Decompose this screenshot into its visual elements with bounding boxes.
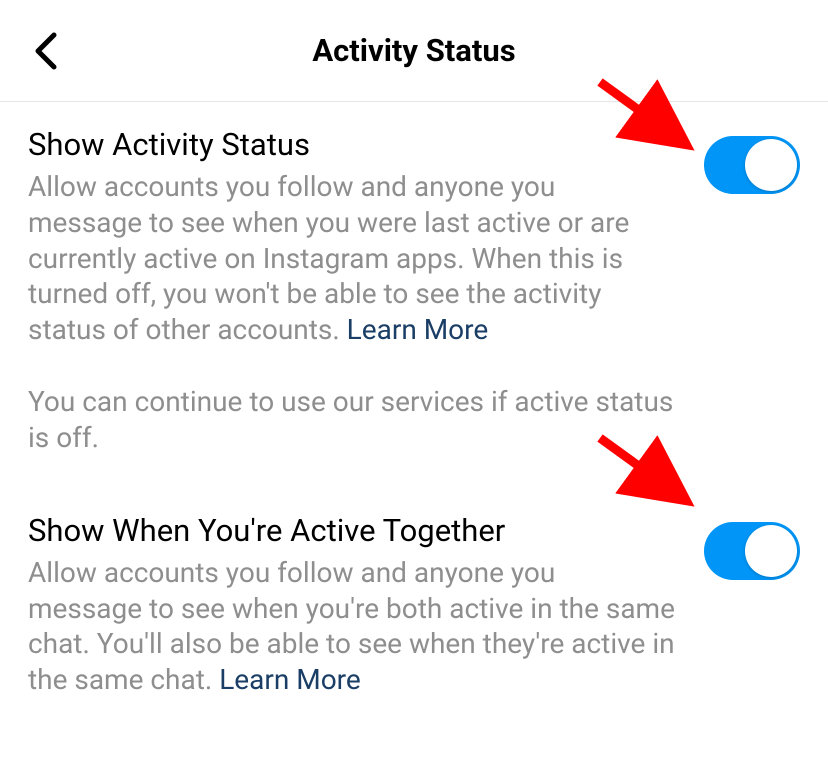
setting-title: Show When You're Active Together	[28, 512, 676, 549]
chevron-left-icon	[32, 31, 58, 71]
active-together-toggle[interactable]	[704, 522, 800, 580]
setting-text-block: Show When You're Active Together Allow a…	[28, 512, 676, 698]
header: Activity Status	[0, 0, 828, 102]
learn-more-link[interactable]: Learn More	[219, 663, 361, 696]
setting-description-extra: You can continue to use our services if …	[28, 384, 676, 456]
toggle-container	[704, 512, 800, 580]
setting-description: Allow accounts you follow and anyone you…	[28, 555, 676, 698]
setting-description: Allow accounts you follow and anyone you…	[28, 169, 676, 348]
setting-active-together: Show When You're Active Together Allow a…	[0, 456, 828, 698]
settings-content: Show Activity Status Allow accounts you …	[0, 102, 828, 698]
learn-more-link[interactable]: Learn More	[347, 313, 489, 346]
setting-activity-status: Show Activity Status Allow accounts you …	[0, 102, 828, 456]
setting-description-text: Allow accounts you follow and anyone you…	[28, 170, 629, 346]
back-button[interactable]	[24, 23, 66, 79]
setting-title: Show Activity Status	[28, 126, 676, 163]
activity-status-toggle[interactable]	[704, 136, 800, 194]
toggle-container	[704, 126, 800, 194]
toggle-knob	[745, 525, 797, 577]
setting-text-block: Show Activity Status Allow accounts you …	[28, 126, 676, 456]
page-title: Activity Status	[312, 32, 515, 69]
toggle-knob	[745, 139, 797, 191]
